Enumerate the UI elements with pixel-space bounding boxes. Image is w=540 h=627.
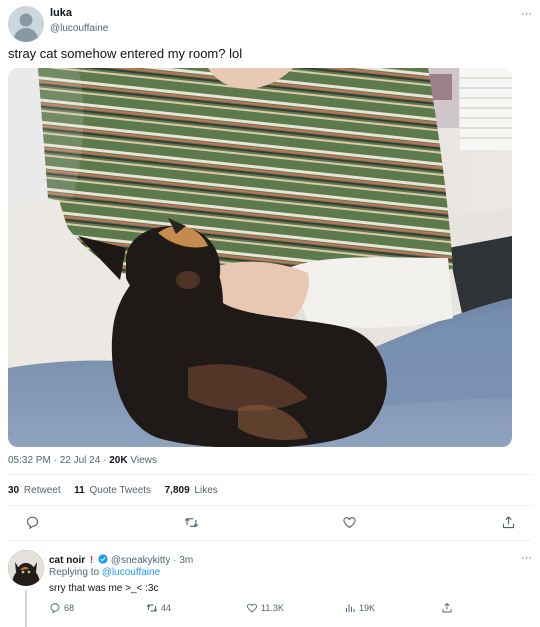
thread-line bbox=[25, 590, 27, 627]
meta-separator: · bbox=[103, 455, 107, 466]
retweets-stat[interactable]: 30 Retweet bbox=[8, 485, 61, 496]
cat-avatar-icon bbox=[8, 550, 44, 586]
reply-author-handle[interactable]: @sneakykitty bbox=[111, 555, 171, 566]
like-count: 11.3K bbox=[261, 603, 284, 613]
avatar[interactable] bbox=[8, 6, 44, 42]
reply-count: 68 bbox=[64, 603, 75, 613]
exclamation-emoji: ! bbox=[89, 555, 94, 566]
reply-icon[interactable] bbox=[22, 512, 42, 532]
tweet-text: stray cat somehow entered my room? lol bbox=[8, 46, 243, 61]
tweet-stats: 30 Retweet 11 Quote Tweets 7,809 Likes bbox=[8, 485, 218, 496]
share-icon bbox=[442, 602, 452, 613]
more-options-icon[interactable]: ··· bbox=[521, 8, 532, 20]
meta-separator: · bbox=[53, 455, 57, 466]
divider bbox=[8, 505, 532, 506]
reply-reply-button[interactable]: 68 bbox=[49, 602, 74, 614]
default-avatar-icon bbox=[8, 6, 44, 42]
like-icon[interactable] bbox=[339, 512, 359, 532]
retweet-icon bbox=[146, 604, 158, 612]
reply-share-button[interactable] bbox=[441, 602, 453, 614]
reply-header: cat noir ! @sneakykitty · 3m bbox=[49, 554, 193, 566]
reply-views-button[interactable]: 19K bbox=[344, 602, 375, 614]
tweet-meta: 05:32 PM · 22 Jul 24 · 20K Views bbox=[8, 455, 157, 466]
retweet-count: 44 bbox=[161, 603, 172, 613]
tweet-time: 05:32 PM bbox=[8, 455, 51, 466]
reply-tweet[interactable]: cat noir ! @sneakykitty · 3m ··· Replyin… bbox=[8, 550, 532, 627]
reply-action-bar: 68 44 11.3K 19K bbox=[49, 602, 469, 618]
reply-author-name[interactable]: cat noir bbox=[49, 555, 85, 566]
divider bbox=[8, 540, 532, 541]
reply-retweet-button[interactable]: 44 bbox=[146, 602, 171, 614]
likes-stat[interactable]: 7,809 Likes bbox=[165, 485, 218, 496]
verified-badge-icon bbox=[98, 554, 108, 564]
like-icon bbox=[247, 603, 257, 613]
views-count: 20K bbox=[109, 455, 128, 466]
reply-more-options-icon[interactable]: ··· bbox=[521, 552, 532, 564]
quotes-stat[interactable]: 11 Quote Tweets bbox=[74, 485, 151, 496]
divider bbox=[8, 474, 532, 475]
retweet-icon[interactable] bbox=[181, 512, 201, 532]
author-name[interactable]: luka bbox=[50, 7, 72, 19]
tweet-photo[interactable] bbox=[8, 68, 512, 447]
reply-separator: · bbox=[173, 555, 177, 566]
author-handle[interactable]: @lucouffaine bbox=[50, 23, 108, 34]
tweet-header: luka @lucouffaine ··· bbox=[8, 6, 532, 42]
views-count: 19K bbox=[359, 603, 376, 613]
tweet-date: 22 Jul 24 bbox=[59, 455, 101, 466]
share-icon[interactable] bbox=[498, 512, 518, 532]
reply-time: 3m bbox=[179, 555, 194, 566]
reply-text: srry that was me >_< :3c bbox=[49, 583, 159, 594]
replying-prefix: Replying to bbox=[49, 567, 100, 578]
reply-like-button[interactable]: 11.3K bbox=[246, 602, 284, 614]
cat-photo-image bbox=[8, 68, 512, 447]
tweet-action-bar bbox=[8, 512, 532, 534]
replying-to: Replying to @lucouffaine bbox=[49, 567, 160, 578]
views-label: Views bbox=[130, 455, 157, 466]
reply-avatar[interactable] bbox=[8, 550, 44, 586]
reply-icon bbox=[50, 603, 60, 614]
views-chart-icon bbox=[346, 604, 355, 612]
replying-to-handle[interactable]: @lucouffaine bbox=[102, 567, 160, 578]
